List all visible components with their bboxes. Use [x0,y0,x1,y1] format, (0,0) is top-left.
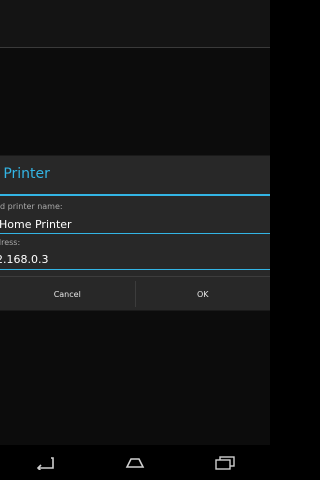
printer-name-label: red printer name: [0,202,63,211]
back-button[interactable] [15,448,75,478]
back-icon [36,456,54,470]
recent-apps-icon [215,455,235,470]
recent-apps-button[interactable] [195,448,255,478]
home-button[interactable] [105,448,165,478]
home-icon [125,457,145,468]
navigation-bar [0,445,270,480]
address-input[interactable] [0,253,256,266]
add-printer-dialog: d Printer red printer name: dress: Cance… [0,156,270,310]
screen: d Printer red printer name: dress: Cance… [0,0,270,480]
printer-name-underline [0,233,270,234]
action-bar [0,0,270,48]
dialog-title: d Printer [0,166,50,182]
dialog-button-bar: Cancel OK [0,276,270,311]
title-divider [0,194,270,196]
dialog-title-bar: d Printer [0,156,270,194]
cancel-button[interactable]: Cancel [0,277,135,311]
address-label: dress: [0,238,21,247]
address-underline [0,269,270,270]
ok-button[interactable]: OK [136,277,271,311]
printer-name-input[interactable] [0,218,259,231]
